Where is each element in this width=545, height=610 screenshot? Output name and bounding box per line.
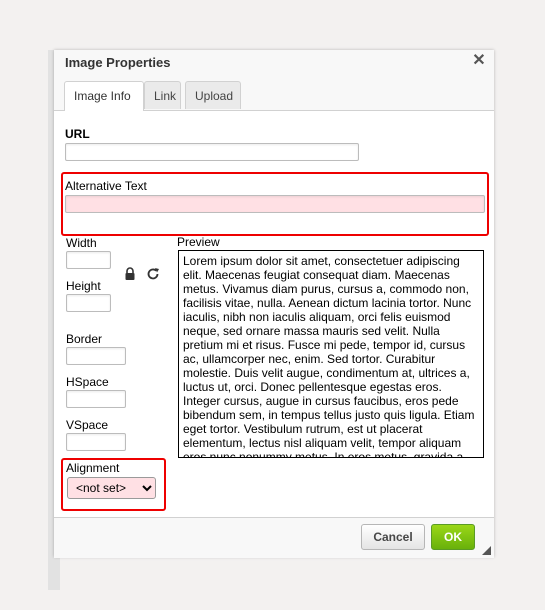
- tab-upload[interactable]: Upload: [185, 81, 241, 109]
- alt-text-input[interactable]: [65, 195, 485, 213]
- image-properties-dialog: Image Properties ✕ Image Info Link Uploa…: [54, 50, 494, 558]
- image-info-panel: URL Alternative Text Width Height Border…: [54, 111, 494, 511]
- lock-icon[interactable]: [124, 267, 136, 284]
- tab-link[interactable]: Link: [144, 81, 181, 109]
- alignment-label: Alignment: [66, 461, 120, 475]
- preview-box: Lorem ipsum dolor sit amet, consectetuer…: [178, 250, 484, 458]
- height-label: Height: [66, 279, 101, 293]
- dialog-footer: Cancel OK: [54, 517, 494, 558]
- width-input[interactable]: [66, 251, 111, 269]
- alignment-select[interactable]: <not set>: [67, 477, 156, 499]
- close-icon[interactable]: ✕: [471, 53, 487, 69]
- dialog-titlebar: Image Properties ✕ Image Info Link Uploa…: [54, 50, 494, 111]
- hspace-input[interactable]: [66, 390, 126, 408]
- height-input[interactable]: [66, 294, 111, 312]
- cancel-button[interactable]: Cancel: [361, 524, 425, 550]
- vspace-label: VSpace: [66, 418, 109, 432]
- vspace-input[interactable]: [66, 433, 126, 451]
- border-label: Border: [66, 332, 103, 346]
- resize-handle-icon[interactable]: [482, 546, 491, 555]
- preview-label: Preview: [177, 235, 220, 249]
- width-label: Width: [66, 236, 97, 250]
- hspace-label: HSpace: [66, 375, 109, 389]
- tab-image-info[interactable]: Image Info: [64, 81, 144, 111]
- alt-text-label: Alternative Text: [65, 179, 147, 193]
- ok-button[interactable]: OK: [431, 524, 475, 550]
- dialog-title: Image Properties: [65, 55, 171, 70]
- url-input[interactable]: [65, 143, 359, 161]
- reset-size-icon[interactable]: [146, 267, 160, 284]
- preview-text: Lorem ipsum dolor sit amet, consectetuer…: [183, 254, 475, 458]
- url-label: URL: [65, 127, 90, 141]
- border-input[interactable]: [66, 347, 126, 365]
